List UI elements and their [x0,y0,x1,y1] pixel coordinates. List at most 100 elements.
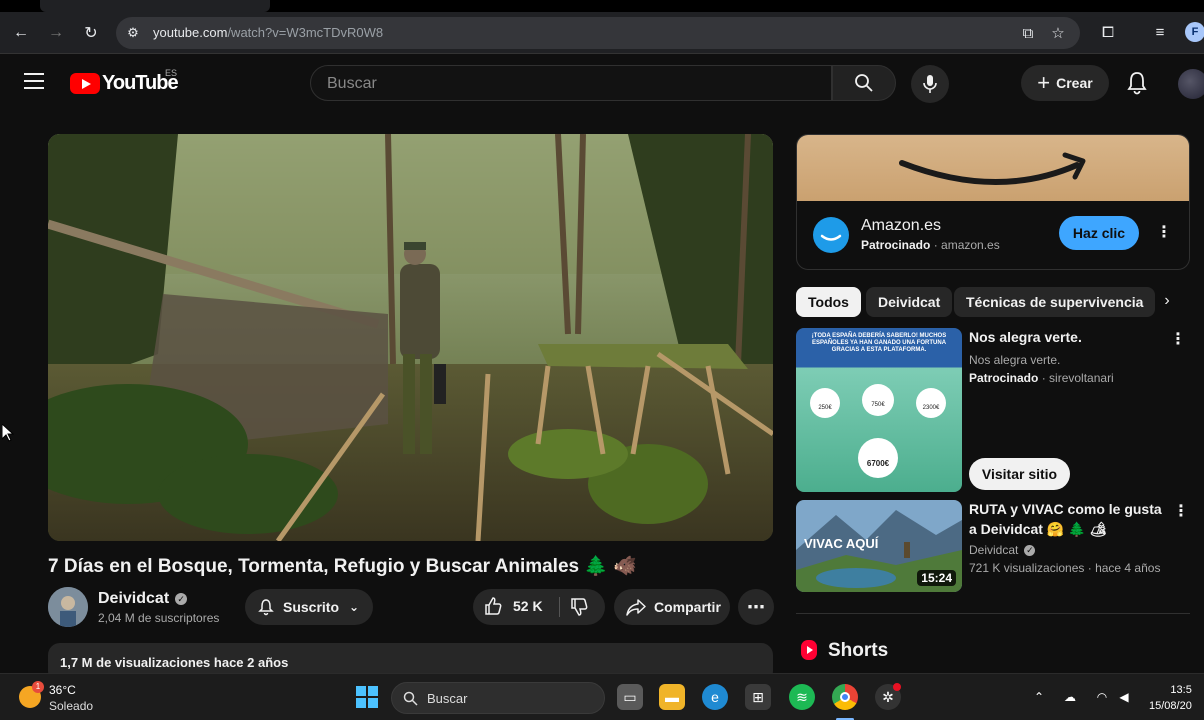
weather-condition: Soleado [49,699,94,713]
browser-tab-active[interactable] [40,0,270,12]
spotify-icon[interactable]: ≋ [789,684,815,710]
amount-bubble: 250€ [810,388,840,418]
url-text[interactable]: youtube.com/watch?v=W3mcTDvR0W8 [153,25,383,40]
related-channel-name: Deividcat [969,543,1019,557]
share-icon [626,599,646,616]
more-actions-button[interactable]: ⋯ [738,589,774,625]
like-dislike-bar: 52 K [473,589,605,625]
taskbar-search-box[interactable]: Buscar [391,682,605,714]
share-label: Compartir [654,599,721,615]
sponsored-title[interactable]: Nos alegra verte. [969,327,1159,347]
amazon-smile-icon [899,152,1086,185]
taskbar-search-label: Buscar [427,691,468,706]
search-input[interactable]: Buscar [310,65,832,101]
wifi-icon[interactable]: ◠ [1093,688,1111,706]
channel-name[interactable]: Deividcat ✓ [98,590,188,608]
weather-temperature[interactable]: 36°C [49,683,76,697]
amount-bubble: 750€ [862,384,894,416]
sponsored-line: Nos alegra verte. [969,353,1061,367]
related-video-title[interactable]: RUTA y VIVAC como le gusta a Deividcat 🤗… [969,499,1164,539]
item-more-icon[interactable]: ⋮ [1170,330,1186,350]
youtube-play-icon [70,72,100,94]
sponsored-label: Patrocinado [969,371,1039,385]
browser-tabstrip [0,0,1204,12]
account-avatar[interactable] [1178,69,1204,99]
subscribed-button[interactable]: Suscrito ⌄ [245,589,373,625]
dislike-button[interactable] [569,597,589,620]
video-thumbnail[interactable]: VIVAC AQUÍ 15:24 [796,500,962,592]
subscriber-count: 2,04 M de suscriptores [98,611,220,625]
extensions-icon[interactable]: ⧠ [1097,22,1119,44]
verified-icon: ✓ [1024,545,1036,557]
youtube-logo[interactable]: YouTube ES [70,68,179,94]
site-settings-icon[interactable]: ⚙ [124,24,142,42]
chevron-right-icon[interactable]: › [1158,292,1176,312]
chevron-down-icon: ⌄ [349,600,360,614]
ad-cta-button[interactable]: Haz clic [1059,216,1139,250]
mouse-cursor-icon [2,424,14,442]
forward-icon[interactable]: → [45,22,67,44]
create-button[interactable]: + Crear [1021,65,1109,101]
thumbs-up-icon [485,597,502,615]
url-host: youtube.com [153,25,228,40]
thumbnail-headline: ¡TODA ESPAÑA DEBERÍA SABERLO! MUCHOS ESP… [811,333,947,353]
visit-site-button[interactable]: Visitar sitio [969,458,1070,490]
notification-dot [893,683,901,691]
windows-taskbar: 1 36°C Soleado Buscar ▭ ▬ e ⊞ ≋ ✲ ⌃ ☁ ◠ … [0,673,1204,720]
sponsored-ad-card[interactable]: Amazon.es Patrocinado · amazon.es Haz cl… [796,134,1190,270]
edge-browser-icon[interactable]: e [702,684,728,710]
video-player[interactable] [48,134,773,541]
back-icon[interactable]: ← [10,22,32,44]
related-channel[interactable]: Deividcat ✓ [969,541,1036,559]
channel-avatar[interactable] [48,587,88,627]
ad-sponsored-label: Patrocinado [861,238,931,252]
search-icon [855,74,873,92]
microsoft-store-icon[interactable]: ⊞ [745,684,771,710]
menu-icon[interactable] [24,73,44,89]
item-more-icon[interactable]: ⋮ [1173,502,1189,522]
thumbs-down-icon [571,598,588,616]
install-app-icon[interactable]: ⧉ [1018,24,1038,44]
volume-icon[interactable]: ◀ [1115,688,1133,706]
like-button[interactable]: 52 K [483,596,543,616]
channel-name-text: Deividcat [98,590,170,607]
voice-search-button[interactable] [911,65,949,103]
search-button[interactable] [832,65,896,101]
bookmark-star-icon[interactable]: ☆ [1048,24,1068,44]
file-explorer-icon[interactable]: ▬ [659,684,685,710]
video-duration: 15:24 [917,570,956,586]
country-code: ES [165,68,178,78]
chip-todos[interactable]: Todos [796,287,861,317]
share-button[interactable]: Compartir [614,589,730,625]
profile-avatar[interactable]: F [1185,22,1204,42]
ad-domain: amazon.es [941,238,1000,252]
media-control-icon[interactable]: ≡ [1149,22,1171,44]
ad-sponsored-line: Patrocinado · amazon.es [861,238,1000,252]
video-frame-forest [48,134,773,541]
chip-deividcat[interactable]: Deividcat [866,287,953,317]
sponsored-meta: Patrocinado · sirevoltanari [969,371,1114,385]
sponsored-thumbnail[interactable]: ¡TODA ESPAÑA DEBERÍA SABERLO! MUCHOS ESP… [796,328,962,492]
windows-start-icon[interactable] [356,686,378,708]
plus-icon: + [1037,70,1051,95]
shorts-heading[interactable]: Shorts [828,640,888,662]
task-view-icon[interactable]: ▭ [617,684,643,710]
amount-bubble: 6700€ [858,438,898,478]
onedrive-cloud-icon[interactable]: ☁ [1061,688,1079,706]
reload-icon[interactable]: ↻ [80,22,102,44]
shorts-icon [801,640,817,660]
views-and-date: 1,7 M de visualizaciones hace 2 años [60,655,289,670]
related-meta: 721 K visualizaciones · hace 4 años [969,561,1161,575]
clock-date: 15/08/20 [1149,700,1192,712]
show-hidden-icons-chevron-icon[interactable]: ⌃ [1030,688,1048,706]
address-bar[interactable]: ⚙ youtube.com/watch?v=W3mcTDvR0W8 ⧉ ☆ [116,17,1080,49]
weather-badge: 1 [32,681,44,693]
chrome-icon[interactable] [832,684,858,710]
system-clock[interactable]: 13:5 15/08/20 [1149,682,1192,714]
advertiser-logo [813,217,849,253]
ad-more-icon[interactable]: ⋮ [1156,223,1172,243]
search-icon [403,691,418,706]
notifications-bell-icon[interactable] [1124,70,1150,96]
video-title: 7 Días en el Bosque, Tormenta, Refugio y… [48,556,637,577]
chip-tecnicas-supervivencia[interactable]: Técnicas de supervivencia [954,287,1156,317]
